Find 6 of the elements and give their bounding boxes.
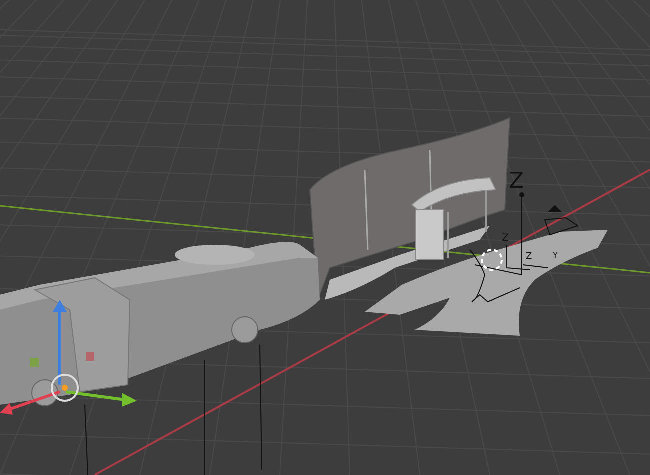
axis-label: Y — [553, 251, 558, 260]
axis-label: Z — [502, 233, 509, 244]
axis-label: Z — [526, 252, 532, 262]
axis-label: Z — [509, 169, 524, 194]
camera-drawing — [544, 205, 580, 236]
3d-cursor-icon — [481, 249, 503, 271]
